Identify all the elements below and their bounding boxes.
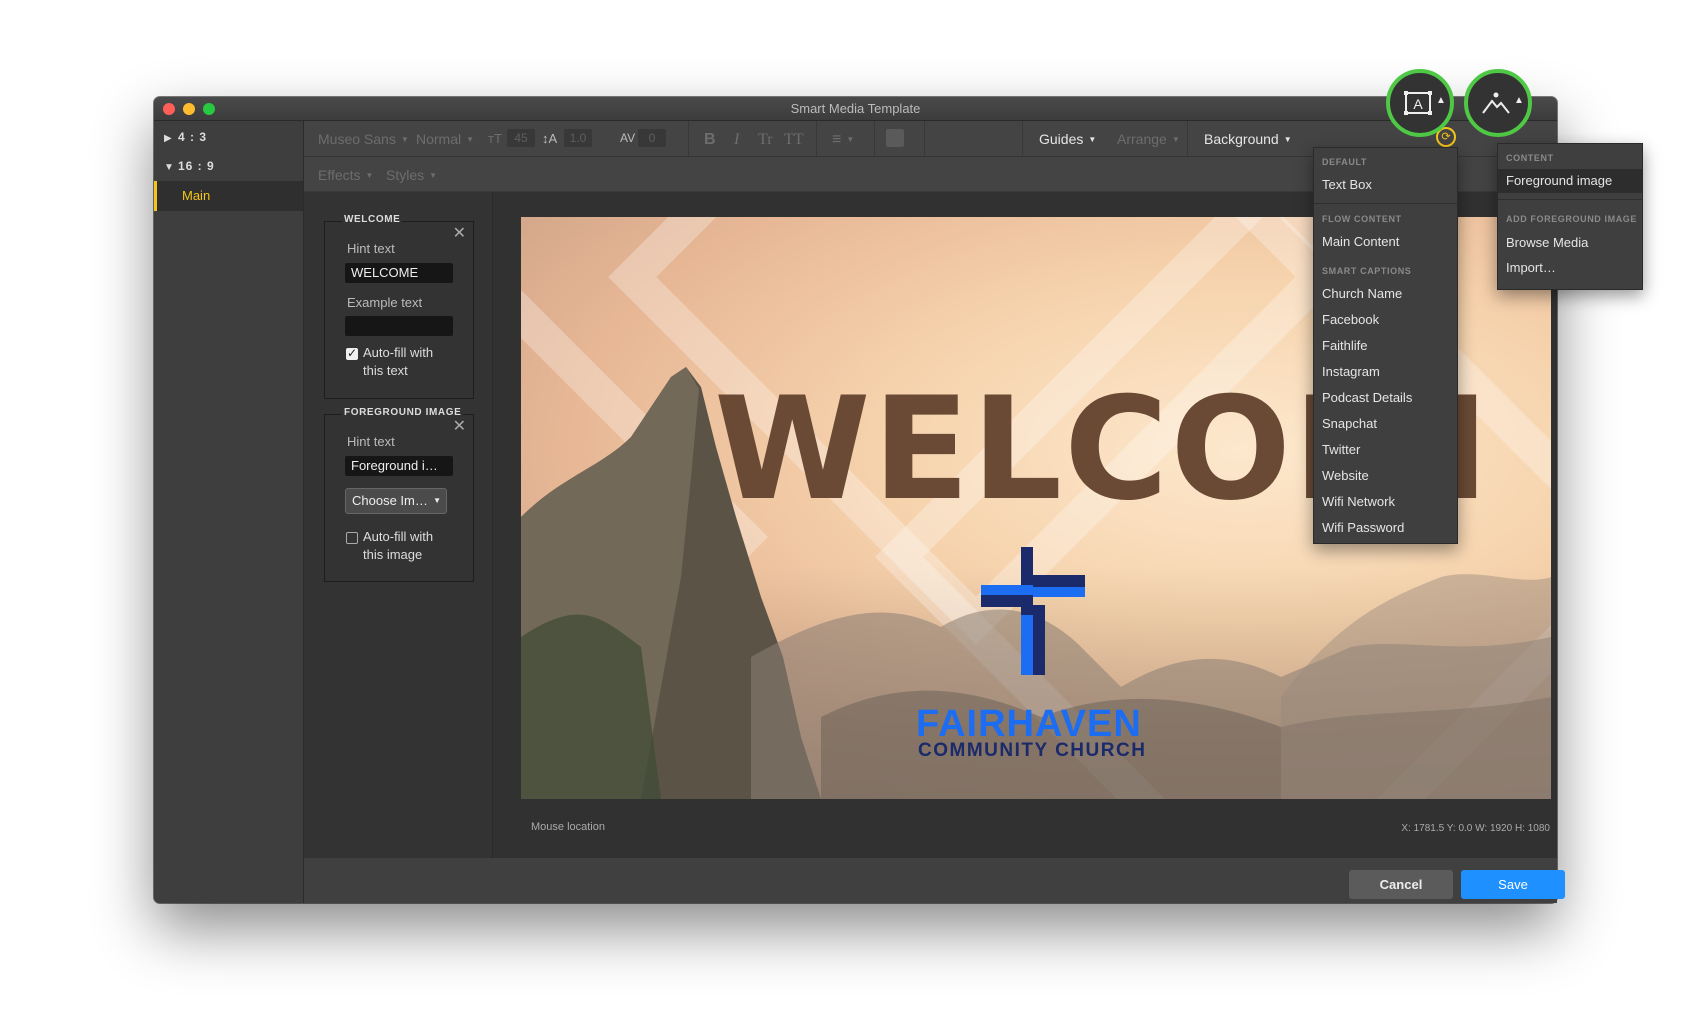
menu-header: SMART CAPTIONS bbox=[1322, 266, 1412, 276]
menu-item-facebook[interactable]: Facebook bbox=[1322, 312, 1379, 327]
coordinates-readout: X: 1781.5 Y: 0.0 W: 1920 H: 1080 bbox=[1401, 823, 1550, 834]
hint-text-label: Hint text bbox=[347, 434, 395, 449]
font-weight-select[interactable]: Normal ▼ bbox=[416, 131, 474, 147]
hint-text-field[interactable]: Foreground i… bbox=[345, 456, 453, 476]
hint-text-field[interactable]: WELCOME bbox=[345, 263, 453, 283]
menu-item-instagram[interactable]: Instagram bbox=[1322, 364, 1380, 379]
foreground-image-card: FOREGROUND IMAGE ✕ Hint text Foreground … bbox=[324, 407, 474, 582]
effects-menu[interactable]: Effects ▼ bbox=[318, 167, 373, 183]
autofill-image-label: Auto-fill with this image bbox=[363, 529, 434, 562]
background-menu[interactable]: Background ▼ bbox=[1204, 131, 1292, 147]
image-tool-button[interactable]: ▲ bbox=[1464, 69, 1532, 137]
card-title: FOREGROUND IMAGE bbox=[342, 407, 464, 418]
caret-up-icon[interactable]: ▲ bbox=[1514, 95, 1524, 106]
autofill-image-checkbox[interactable] bbox=[346, 532, 358, 544]
styles-menu[interactable]: Styles ▼ bbox=[386, 167, 437, 183]
menu-item-wifi-password[interactable]: Wifi Password bbox=[1322, 520, 1404, 535]
text-box-tool-button[interactable]: A ▲ bbox=[1386, 69, 1454, 137]
menu-item-browse-media[interactable]: Browse Media bbox=[1506, 235, 1588, 250]
disclosure-right-icon: ▶ bbox=[164, 133, 173, 144]
title-case-button[interactable]: Tr bbox=[758, 131, 773, 149]
italic-button[interactable]: I bbox=[734, 131, 739, 149]
image-menu: CONTENT Foreground image ADD FOREGROUND … bbox=[1497, 143, 1643, 290]
menu-item-main-content[interactable]: Main Content bbox=[1322, 234, 1399, 249]
ratio-16-9[interactable]: ▼ 16 : 9 bbox=[164, 159, 215, 173]
menu-item-snapchat[interactable]: Snapchat bbox=[1322, 416, 1377, 431]
arrange-menu[interactable]: Arrange ▼ bbox=[1117, 131, 1180, 147]
tracking-field[interactable]: 0 bbox=[638, 129, 666, 147]
menu-item-church-name[interactable]: Church Name bbox=[1322, 286, 1402, 301]
svg-text:A: A bbox=[1413, 96, 1423, 112]
menu-header: CONTENT bbox=[1506, 153, 1554, 163]
church-name-line2: COMMUNITY CHURCH bbox=[918, 740, 1147, 761]
align-icon[interactable]: ≡ ▼ bbox=[832, 131, 854, 149]
text-box-menu: DEFAULT Text Box FLOW CONTENT Main Conte… bbox=[1313, 147, 1458, 544]
save-button[interactable]: Save bbox=[1461, 870, 1565, 899]
autofill-text-checkbox[interactable] bbox=[346, 346, 358, 360]
menu-header: DEFAULT bbox=[1322, 157, 1368, 167]
title-bar: Smart Media Template bbox=[154, 97, 1557, 121]
menu-item-website[interactable]: Website bbox=[1322, 468, 1369, 483]
close-icon[interactable]: ✕ bbox=[453, 419, 466, 435]
close-icon[interactable]: ✕ bbox=[453, 226, 466, 242]
example-text-label: Example text bbox=[347, 295, 423, 310]
bold-button[interactable]: B bbox=[704, 131, 716, 149]
card-title: WELCOME bbox=[342, 214, 403, 225]
guides-menu[interactable]: Guides ▼ bbox=[1039, 131, 1096, 147]
tracking-icon: AV bbox=[620, 131, 636, 145]
text-box-icon: A bbox=[1404, 91, 1432, 115]
menu-item-wifi-network[interactable]: Wifi Network bbox=[1322, 494, 1395, 509]
mountain-icon bbox=[1482, 92, 1510, 114]
menu-item-podcast-details[interactable]: Podcast Details bbox=[1322, 390, 1412, 405]
line-height-field[interactable]: 1.0 bbox=[564, 129, 592, 147]
color-swatch-button[interactable] bbox=[886, 129, 904, 147]
sidebar: ▶ 4 : 3 ▼ 16 : 9 bbox=[154, 121, 304, 903]
sidebar-item-main[interactable]: Main bbox=[154, 181, 303, 211]
menu-header: ADD FOREGROUND IMAGE bbox=[1506, 214, 1637, 224]
menu-item-import[interactable]: Import… bbox=[1506, 260, 1556, 275]
mouse-location-label: Mouse location bbox=[531, 821, 605, 833]
menu-header: FLOW CONTENT bbox=[1322, 214, 1402, 224]
church-cross-logo bbox=[981, 547, 1085, 675]
font-size-icon: ᴛT bbox=[488, 131, 502, 146]
menu-item-faithlife[interactable]: Faithlife bbox=[1322, 338, 1368, 353]
disclosure-down-icon: ▼ bbox=[164, 162, 175, 173]
autofill-text-label: Auto-fill with this text bbox=[363, 345, 434, 378]
all-caps-button[interactable]: TT bbox=[784, 131, 804, 149]
cancel-button[interactable]: Cancel bbox=[1349, 870, 1453, 899]
menu-item-text-box[interactable]: Text Box bbox=[1322, 177, 1372, 192]
line-height-icon: ↕A bbox=[542, 131, 558, 146]
ratio-4-3[interactable]: ▶ 4 : 3 bbox=[164, 130, 207, 144]
welcome-field-card: WELCOME ✕ Hint text WELCOME Example text… bbox=[324, 214, 474, 399]
menu-item-twitter[interactable]: Twitter bbox=[1322, 442, 1360, 457]
menu-item-foreground-image[interactable]: Foreground image bbox=[1506, 173, 1612, 188]
caret-up-icon[interactable]: ▲ bbox=[1436, 95, 1446, 106]
font-family-select[interactable]: Museo Sans ▼ bbox=[318, 131, 409, 147]
hint-text-label: Hint text bbox=[347, 241, 395, 256]
window-title: Smart Media Template bbox=[790, 101, 921, 116]
font-size-field[interactable]: 45 bbox=[507, 129, 535, 147]
choose-image-button[interactable]: Choose Im… ▼ bbox=[345, 488, 447, 514]
example-text-field[interactable] bbox=[345, 316, 453, 336]
